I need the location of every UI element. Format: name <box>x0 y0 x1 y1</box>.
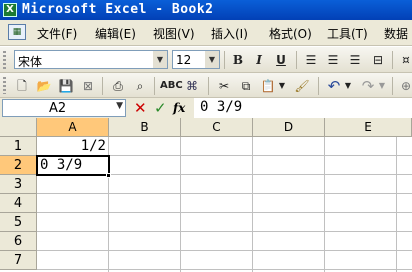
separator <box>208 77 209 95</box>
separator <box>318 77 319 95</box>
separator <box>392 77 393 95</box>
window-title: Microsoft Excel - Book2 <box>22 2 214 17</box>
paste-icon[interactable]: 📋 <box>258 76 278 96</box>
currency-icon[interactable]: ¤ <box>396 50 412 70</box>
row-header-1[interactable]: 1 <box>0 137 37 156</box>
active-cell-border <box>36 155 110 176</box>
separator <box>102 77 103 95</box>
copy-icon[interactable]: ⧉ <box>236 76 256 96</box>
separator <box>296 51 297 69</box>
permission-icon[interactable]: ⊠ <box>78 76 98 96</box>
merge-center-icon[interactable]: ⊟ <box>368 50 388 70</box>
new-file-icon[interactable]: 🗋 <box>12 76 32 96</box>
format-painter-icon[interactable]: 🖌 <box>292 76 312 96</box>
name-box[interactable]: A2 ▼ <box>2 99 126 117</box>
column-header-c[interactable]: C <box>181 118 253 137</box>
formula-bar: A2 ▼ ✕ ✓ fx 0 3/9 <box>0 98 412 118</box>
italic-button[interactable]: I <box>249 50 269 70</box>
menu-edit[interactable]: 编辑(E) <box>95 25 136 42</box>
underline-button[interactable]: U <box>271 50 291 70</box>
chevron-down-icon[interactable]: ▼ <box>277 76 287 96</box>
font-size-value: 12 <box>176 53 192 67</box>
font-name-value: 宋体 <box>18 55 43 69</box>
redo-icon[interactable]: ↷ <box>358 76 378 96</box>
column-header-d[interactable]: D <box>253 118 325 137</box>
formula-input[interactable]: 0 3/9 <box>194 98 412 118</box>
column-header-b[interactable]: B <box>109 118 181 137</box>
column-header-e[interactable]: E <box>325 118 412 137</box>
undo-icon[interactable]: ↶ <box>324 76 344 96</box>
row-header-2[interactable]: 2 <box>0 156 37 175</box>
cell-a1[interactable]: 1/2 <box>37 137 106 156</box>
menu-data[interactable]: 数据 <box>384 25 408 42</box>
separator <box>224 51 225 69</box>
chevron-down-icon[interactable]: ▼ <box>343 76 353 96</box>
fill-handle[interactable] <box>106 173 111 178</box>
menu-format[interactable]: 格式(O) <box>269 25 312 42</box>
align-left-icon[interactable]: ☰ <box>301 50 321 70</box>
chevron-down-icon[interactable]: ▼ <box>153 51 167 68</box>
research-icon[interactable]: ⌘ <box>182 76 202 96</box>
menu-tools[interactable]: 工具(T) <box>327 25 368 42</box>
spelling-icon[interactable]: ABC <box>160 76 183 96</box>
toolbar-grip[interactable] <box>3 77 6 94</box>
row-header-6[interactable]: 6 <box>0 232 37 251</box>
chevron-down-icon[interactable]: ▼ <box>377 76 387 96</box>
separator <box>154 77 155 95</box>
menu-file[interactable]: 文件(F) <box>37 25 77 42</box>
align-center-icon[interactable]: ☰ <box>323 50 343 70</box>
name-box-value: A2 <box>49 101 67 116</box>
enter-icon[interactable]: ✓ <box>154 99 167 117</box>
hyperlink-icon[interactable]: ⊕ <box>396 76 412 96</box>
font-size-select[interactable]: 12 ▼ <box>172 50 220 69</box>
workbook-icon[interactable]: ▦ <box>8 24 26 40</box>
toolbar-grip[interactable] <box>3 51 6 69</box>
menu-view[interactable]: 视图(V) <box>153 25 195 42</box>
chevron-down-icon[interactable]: ▼ <box>205 51 219 68</box>
worksheet-grid: A B C D E 1 2 3 4 5 6 7 1/2 0 3/9 <box>0 118 412 272</box>
row-header-5[interactable]: 5 <box>0 213 37 232</box>
print-preview-icon[interactable]: ⌕ <box>130 76 150 96</box>
menu-insert[interactable]: 插入(I) <box>211 25 248 42</box>
open-folder-icon[interactable]: 📂 <box>34 76 54 96</box>
menu-bar: ▦ 文件(F) 编辑(E) 视图(V) 插入(I) 格式(O) 工具(T) 数据 <box>0 20 412 46</box>
chevron-down-icon[interactable]: ▼ <box>116 101 123 111</box>
print-icon[interactable]: ⎙ <box>108 76 128 96</box>
cut-icon[interactable]: ✂ <box>214 76 234 96</box>
standard-toolbar: 🗋 📂 💾 ⊠ ⎙ ⌕ ABC ⌘ ✂ ⧉ 📋 ▼ 🖌 ↶ ▼ ↷ ▼ ⊕ <box>0 73 412 98</box>
save-icon[interactable]: 💾 <box>56 76 76 96</box>
title-bar: X Microsoft Excel - Book2 <box>0 0 412 20</box>
bold-button[interactable]: B <box>228 50 248 70</box>
formatting-toolbar: 宋体 ▼ 12 ▼ B I U ☰ ☰ ☰ ⊟ ¤ <box>0 47 412 73</box>
row-header-7[interactable]: 7 <box>0 251 37 270</box>
align-right-icon[interactable]: ☰ <box>345 50 365 70</box>
column-header-a[interactable]: A <box>37 118 109 137</box>
cancel-icon[interactable]: ✕ <box>134 99 147 117</box>
font-name-select[interactable]: 宋体 ▼ <box>14 50 168 69</box>
row-header-4[interactable]: 4 <box>0 194 37 213</box>
row-header-3[interactable]: 3 <box>0 175 37 194</box>
separator <box>392 51 393 69</box>
excel-icon[interactable]: X <box>3 3 17 17</box>
insert-function-icon[interactable]: fx <box>173 101 185 115</box>
select-all-corner[interactable] <box>0 118 37 137</box>
